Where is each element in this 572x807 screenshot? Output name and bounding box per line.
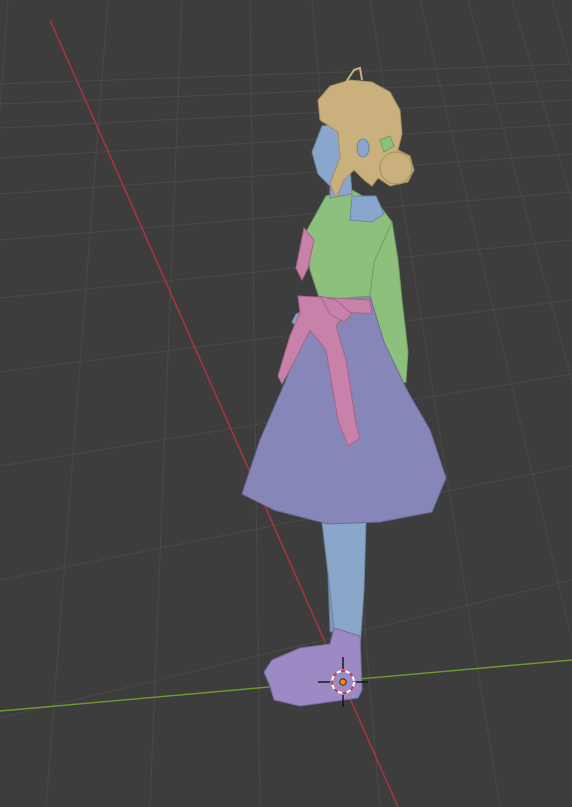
viewport-canvas[interactable] bbox=[0, 0, 572, 807]
3d-viewport[interactable] bbox=[0, 0, 572, 807]
ear[interactable] bbox=[356, 138, 370, 158]
hair-bun[interactable] bbox=[379, 151, 413, 185]
